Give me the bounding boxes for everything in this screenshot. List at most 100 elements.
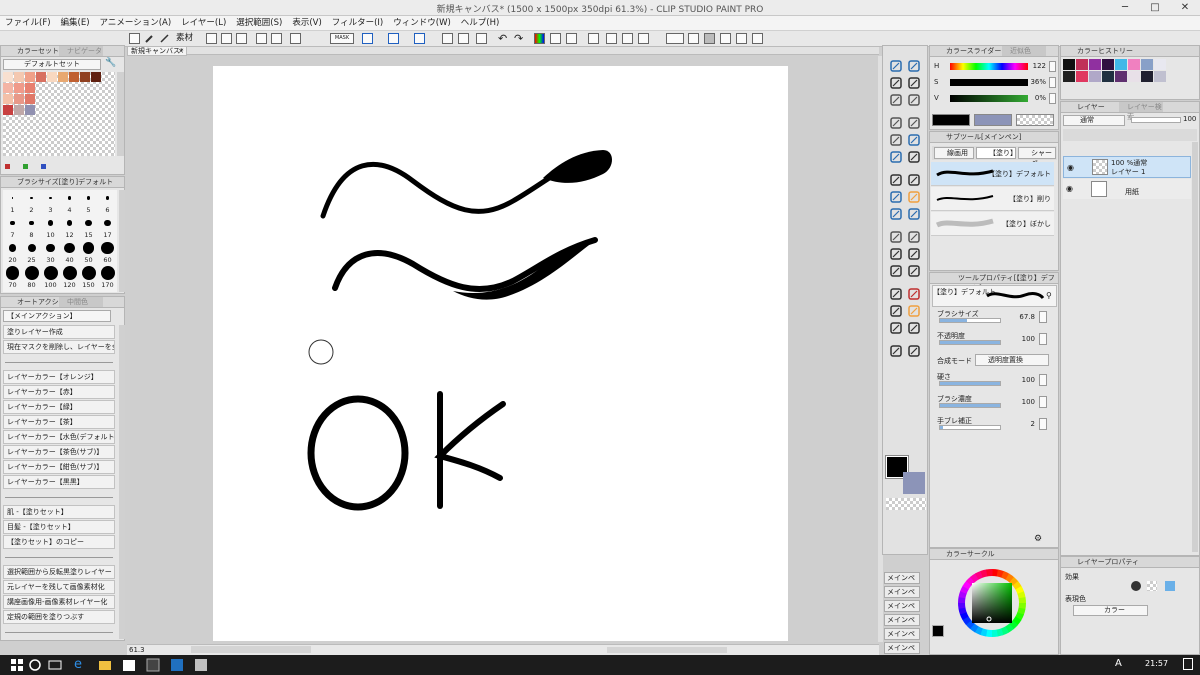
move-tool-icon[interactable]: [907, 60, 921, 72]
star-tool-icon[interactable]: [889, 322, 903, 334]
menu-item[interactable]: ウィンドウ(W): [388, 16, 456, 31]
property-spin[interactable]: [1039, 418, 1047, 430]
copy-icon[interactable]: [720, 33, 731, 44]
history-swatch[interactable]: [1115, 71, 1127, 82]
color-swatch-grid[interactable]: [3, 72, 115, 156]
color-set-tab[interactable]: カラーセット: [17, 47, 59, 55]
selection-tool-icon[interactable]: [889, 94, 903, 106]
history-swatch[interactable]: [1128, 71, 1140, 82]
color-swatch[interactable]: [14, 105, 24, 115]
sparkle2-tool-icon[interactable]: [907, 322, 921, 334]
cortana-icon[interactable]: [28, 658, 42, 672]
subtool-item[interactable]: 【塗り】ぼかし: [931, 212, 1054, 236]
layer-color-icon[interactable]: [1165, 581, 1175, 591]
clip-icon[interactable]: [588, 33, 599, 44]
edge-icon[interactable]: e: [74, 658, 88, 672]
export-icon[interactable]: [271, 33, 282, 44]
reset-tool-icon[interactable]: [907, 345, 921, 357]
color-history-grid[interactable]: [1063, 59, 1189, 83]
subtool-tab-line[interactable]: 線画用: [934, 147, 974, 159]
display-color-select[interactable]: カラー: [1073, 605, 1148, 616]
blend-mode-select[interactable]: 透明度置換: [975, 354, 1049, 366]
vector-tool-icon[interactable]: [889, 288, 903, 300]
action-set-select[interactable]: 【メインアクション】: [3, 310, 111, 322]
eye-icon[interactable]: ◉: [1067, 163, 1074, 172]
save-icon[interactable]: [236, 33, 247, 44]
navigator-tab[interactable]: ナビゲーター: [59, 46, 103, 65]
blend-tool-icon[interactable]: [907, 191, 921, 203]
zoom-preview-icon[interactable]: ⚲: [1046, 291, 1052, 300]
action-item[interactable]: レイヤーカラー【オレンジ】: [3, 370, 115, 384]
color-set-select[interactable]: デフォルトセット: [3, 59, 101, 70]
rotate-tool-icon[interactable]: [907, 77, 921, 89]
action-scrollbar[interactable]: [119, 325, 125, 639]
undo-icon[interactable]: ↶: [498, 33, 507, 44]
minimize-button[interactable]: ─: [1110, 0, 1140, 16]
color-swatch[interactable]: [91, 72, 101, 82]
history-swatch[interactable]: [1128, 59, 1140, 70]
color-swatch[interactable]: [25, 83, 35, 93]
action-item[interactable]: 講座画像用-画像素材レイヤー化: [3, 595, 115, 609]
close-button[interactable]: ✕: [1170, 0, 1200, 16]
hsv-spin[interactable]: [1049, 61, 1056, 72]
hsv-spin[interactable]: [1049, 93, 1056, 104]
pencil-tool-icon[interactable]: [889, 151, 903, 163]
clock[interactable]: 21:57: [1145, 659, 1168, 668]
history-swatch[interactable]: [1076, 59, 1088, 70]
hsv-spin[interactable]: [1049, 77, 1056, 88]
history-swatch[interactable]: [1102, 71, 1114, 82]
layer-blend-select[interactable]: 通常: [1063, 115, 1125, 126]
ruler-icon[interactable]: [362, 33, 373, 44]
circle-main-color[interactable]: [932, 625, 944, 637]
scan-icon[interactable]: [688, 33, 699, 44]
zoom-tool-icon[interactable]: [889, 60, 903, 72]
action-item[interactable]: 定規の範囲を塗りつぶす: [3, 610, 115, 624]
wand-tool-icon[interactable]: [889, 117, 903, 129]
menu-item[interactable]: アニメーション(A): [95, 16, 177, 31]
pen-tool-icon[interactable]: [907, 134, 921, 146]
subtool-item[interactable]: 【塗り】削り: [931, 187, 1054, 211]
color-set-scrollbar[interactable]: [117, 72, 124, 156]
mask-button[interactable]: MASK: [330, 33, 354, 44]
color-swatch[interactable]: [3, 72, 13, 82]
subtool-item[interactable]: 【塗り】デフォルト: [931, 162, 1054, 186]
intermediate-color-tab[interactable]: 中間色: [59, 297, 103, 307]
action-item[interactable]: レイヤーカラー【水色(デフォルト)】: [3, 430, 115, 444]
action-item[interactable]: レイヤーカラー【茶】: [3, 415, 115, 429]
menu-item[interactable]: 表示(V): [287, 16, 326, 31]
transparent-color-swatch[interactable]: [886, 498, 926, 510]
new-file-icon[interactable]: [129, 33, 140, 44]
zoom-slider[interactable]: [191, 646, 311, 653]
color-swatch[interactable]: [47, 72, 57, 82]
history-swatch[interactable]: [1089, 71, 1101, 82]
property-spin[interactable]: [1039, 374, 1047, 386]
history-swatch[interactable]: [1115, 59, 1127, 70]
print-icon[interactable]: [290, 33, 301, 44]
redo-icon[interactable]: ↷: [514, 33, 523, 44]
correction-tool-icon[interactable]: [907, 265, 921, 277]
action-item[interactable]: レイヤーカラー【黒黒】: [3, 475, 115, 489]
quick-access-button[interactable]: メインペ: [884, 614, 920, 626]
brush-size-option[interactable]: 8: [22, 215, 41, 239]
property-spin[interactable]: [1039, 311, 1047, 323]
color-swatch[interactable]: [69, 72, 79, 82]
canvas[interactable]: OK: [213, 66, 788, 641]
brush-size-option[interactable]: 150: [79, 265, 98, 289]
brush-size-option[interactable]: 60: [98, 240, 117, 264]
layer-opacity-slider[interactable]: [1131, 117, 1181, 123]
color-swatch[interactable]: [25, 94, 35, 104]
brush-size-option[interactable]: 10: [41, 215, 60, 239]
layer-search-tab[interactable]: レイヤー検索: [1119, 102, 1163, 121]
brush-size-option[interactable]: 7: [3, 215, 22, 239]
open-icon[interactable]: [221, 33, 232, 44]
brush-size-option[interactable]: 1: [3, 190, 22, 214]
windows-start-icon[interactable]: [10, 658, 24, 672]
canvas-horizontal-scrollbar[interactable]: [607, 647, 727, 653]
brush-tool-icon[interactable]: [907, 151, 921, 163]
fit-icon[interactable]: [606, 33, 617, 44]
zoom-value[interactable]: 61.3: [129, 646, 145, 654]
menu-item[interactable]: フィルター(I): [327, 16, 388, 31]
color-swatch[interactable]: [36, 72, 46, 82]
property-spin[interactable]: [1039, 396, 1047, 408]
hsv-slider[interactable]: [950, 79, 1028, 86]
